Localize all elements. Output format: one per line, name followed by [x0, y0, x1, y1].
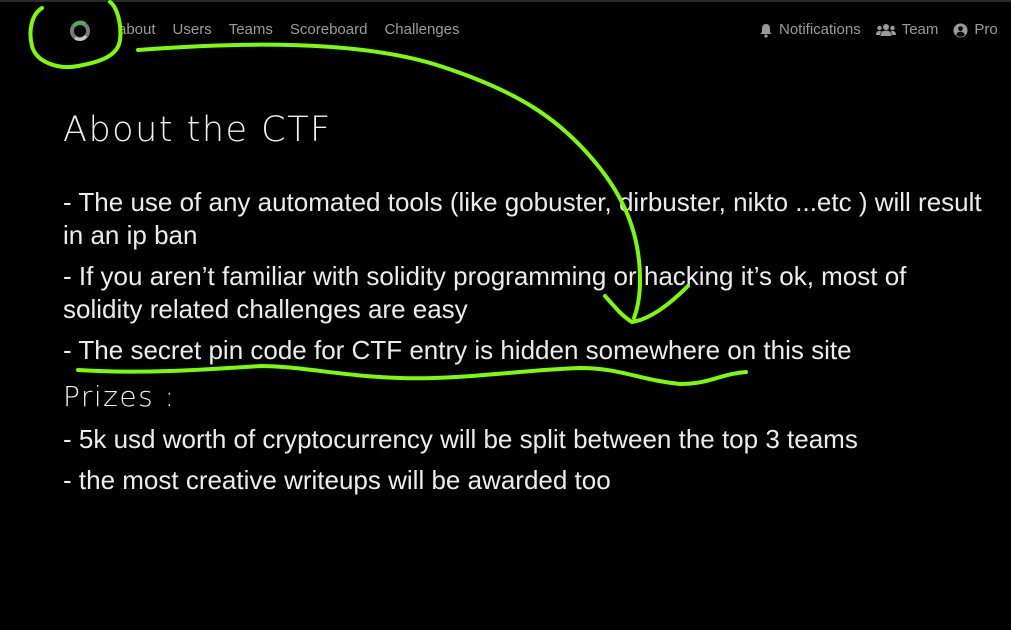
rule-item: - The use of any automated tools (like g… — [63, 187, 982, 250]
nav-notifications-label: Notifications — [779, 21, 861, 38]
navbar: about Users Teams Scoreboard Challenges … — [0, 0, 1011, 62]
page-title: About the CTF — [63, 110, 332, 150]
nav-challenges[interactable]: Challenges — [384, 20, 459, 40]
nav-user-links: Notifications Team Pro — [759, 20, 1011, 40]
nav-profile[interactable]: Pro — [953, 20, 998, 40]
nav-notifications[interactable]: Notifications — [759, 20, 861, 40]
about-content: About the CTF - The use of any automated… — [63, 108, 983, 505]
nav-links: about Users Teams Scoreboard Challenges — [118, 20, 460, 40]
nav-about[interactable]: about — [118, 20, 156, 40]
bell-icon — [759, 23, 773, 38]
nav-team-label: Team — [901, 21, 939, 38]
prize-item: - 5k usd worth of cryptocurrency will be… — [63, 424, 858, 454]
nav-teams[interactable]: Teams — [229, 20, 273, 40]
users-icon — [875, 23, 896, 37]
rules-list: - The use of any automated tools (like g… — [63, 186, 983, 367]
user-circle-icon — [953, 23, 968, 38]
prize-item: - the most creative writeups will be awa… — [63, 465, 611, 495]
prizes-heading: Prizes : — [63, 380, 176, 413]
rule-item-secret-pin: - The secret pin code for CTF entry is h… — [63, 335, 852, 365]
prizes-list: - 5k usd worth of cryptocurrency will be… — [63, 423, 983, 497]
rule-item: - If you aren’t familiar with solidity p… — [63, 261, 907, 324]
nav-team[interactable]: Team — [875, 20, 939, 40]
nav-scoreboard[interactable]: Scoreboard — [290, 20, 368, 40]
nav-users[interactable]: Users — [173, 20, 212, 40]
nav-profile-label: Pro — [974, 21, 998, 38]
ctf-logo-icon[interactable] — [69, 20, 91, 42]
